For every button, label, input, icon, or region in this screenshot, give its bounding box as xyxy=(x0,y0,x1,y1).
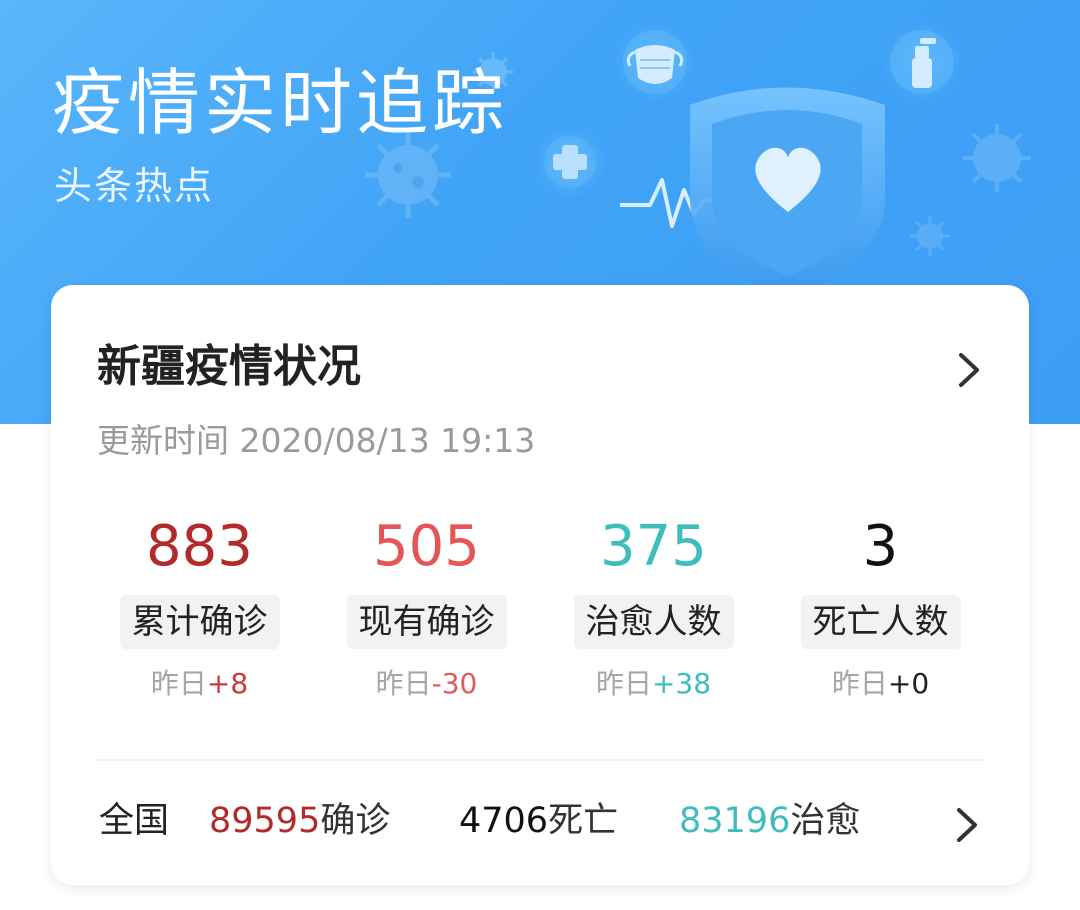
national-deaths: 4706死亡 xyxy=(459,796,618,846)
national-confirmed-unit: 确诊 xyxy=(320,801,391,841)
national-deaths-value: 4706 xyxy=(459,801,549,841)
stat-current-confirmed: 505 现有确诊 昨日-30 xyxy=(313,509,540,703)
national-confirmed: 89595确诊 xyxy=(209,796,390,846)
stat-label: 现有确诊 xyxy=(346,595,507,649)
stat-delta: 昨日+0 xyxy=(767,665,994,703)
stat-delta-prefix: 昨日 xyxy=(831,667,888,700)
page-subtitle: 头条热点 xyxy=(54,164,215,208)
stat-delta-prefix: 昨日 xyxy=(595,667,652,700)
chevron-right-icon[interactable] xyxy=(949,802,985,848)
stat-value: 883 xyxy=(146,514,253,579)
stat-cumulative-confirmed: 883 累计确诊 昨日+8 xyxy=(86,509,313,703)
stats-row: 883 累计确诊 昨日+8 505 现有确诊 昨日-30 375 治愈人数 昨日… xyxy=(86,509,994,709)
national-label: 全国 xyxy=(99,801,170,841)
stat-label: 治愈人数 xyxy=(573,595,734,649)
divider xyxy=(96,759,984,761)
national-deaths-unit: 死亡 xyxy=(548,801,619,841)
national-summary-row[interactable]: 全国 89595确诊 4706死亡 83196治愈 xyxy=(51,790,1029,854)
stat-deaths: 3 死亡人数 昨日+0 xyxy=(767,509,994,703)
spray-bottle-icon xyxy=(878,18,966,106)
stat-delta-value: +0 xyxy=(887,667,930,700)
national-cured-value: 83196 xyxy=(679,801,791,841)
stat-value: 375 xyxy=(600,514,707,579)
stat-delta: 昨日-30 xyxy=(313,665,540,703)
stat-delta-prefix: 昨日 xyxy=(375,667,432,700)
page-title: 疫情实时追踪 xyxy=(52,61,509,145)
stat-delta-value: -30 xyxy=(431,667,478,700)
stat-cured: 375 治愈人数 昨日+38 xyxy=(540,509,767,703)
national-cured: 83196治愈 xyxy=(679,796,860,846)
shield-heart-icon xyxy=(690,87,885,300)
stat-label: 死亡人数 xyxy=(800,595,961,649)
card-title[interactable]: 新疆疫情状况 xyxy=(97,337,361,397)
stat-delta-value: +8 xyxy=(206,667,249,700)
virus-icon xyxy=(910,216,950,256)
stat-delta-value: +38 xyxy=(651,667,712,700)
stat-label: 累计确诊 xyxy=(119,595,280,649)
plus-icon xyxy=(530,122,610,202)
region-stats-card[interactable]: 新疆疫情状况 更新时间 2020/08/13 19:13 883 累计确诊 昨日… xyxy=(51,285,1029,885)
update-time: 更新时间 2020/08/13 19:13 xyxy=(97,421,536,460)
chevron-right-icon[interactable] xyxy=(949,347,989,393)
stat-delta-prefix: 昨日 xyxy=(150,667,207,700)
stat-value: 505 xyxy=(373,514,480,579)
stat-delta: 昨日+38 xyxy=(540,665,767,703)
national-cured-unit: 治愈 xyxy=(790,801,861,841)
national-confirmed-value: 89595 xyxy=(209,801,321,841)
virus-icon xyxy=(963,124,1031,192)
mask-icon xyxy=(611,18,699,106)
stat-value: 3 xyxy=(862,514,899,579)
stat-delta: 昨日+8 xyxy=(86,665,313,703)
